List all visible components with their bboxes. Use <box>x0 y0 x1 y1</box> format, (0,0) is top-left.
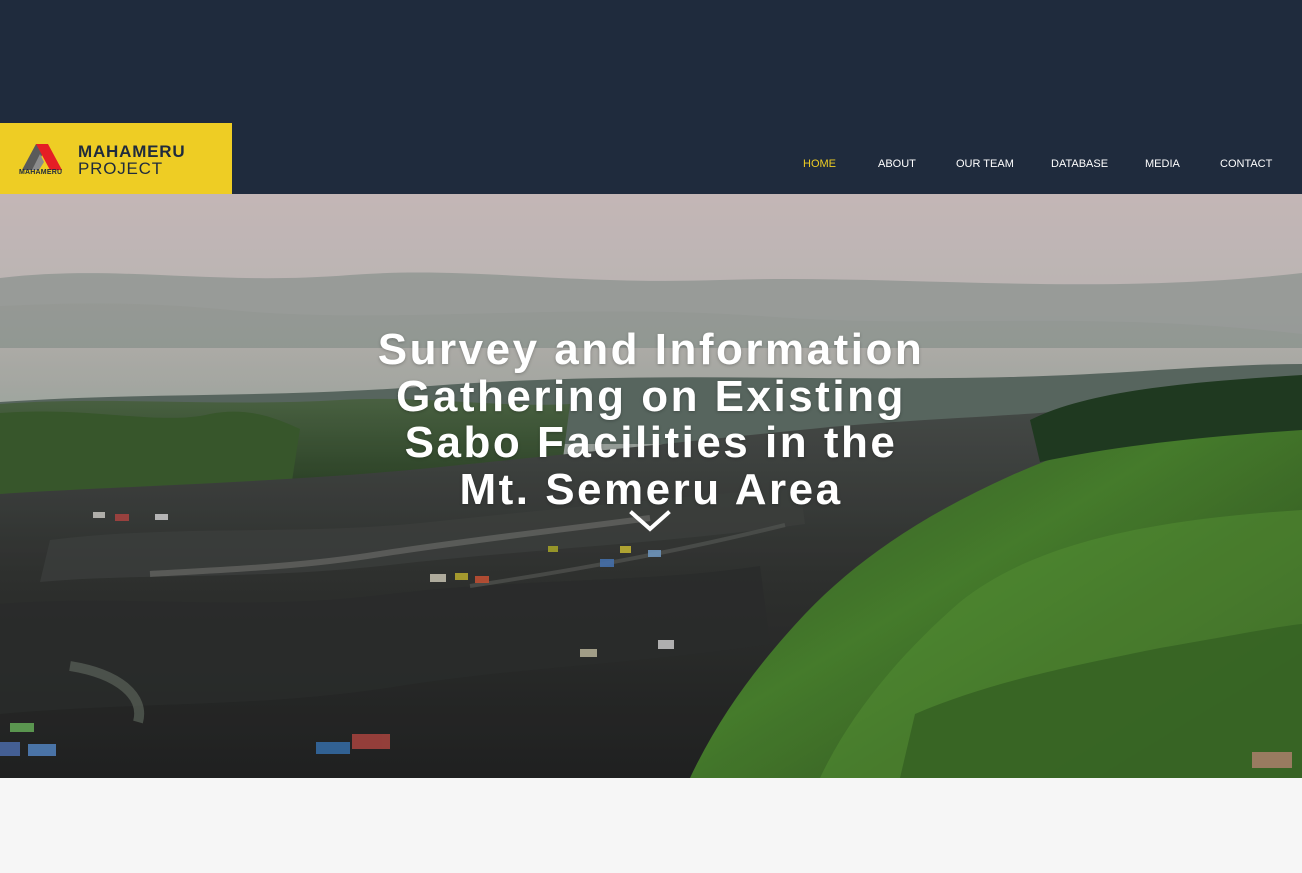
nav-item-home[interactable]: HOME <box>803 156 836 172</box>
logo-mark-label: MAHAMERU <box>19 169 63 176</box>
page-content-area <box>0 778 1302 873</box>
hero-title-line: Sabo Facilities in the <box>404 418 898 468</box>
nav-item-about[interactable]: ABOUT <box>878 156 916 172</box>
brand-subtitle: PROJECT <box>78 159 163 178</box>
main-navigation: HOME ABOUT OUR TEAM DATABASE MEDIA CONTA… <box>760 156 1302 172</box>
hero-title: Survey and Information Gathering on Exis… <box>351 327 951 513</box>
nav-item-contact[interactable]: CONTACT <box>1220 156 1272 172</box>
hero-title-line: Survey and Information <box>377 325 925 375</box>
hero-section: Survey and Information Gathering on Exis… <box>0 194 1302 778</box>
hero-title-line: Gathering on Existing <box>396 371 906 421</box>
nav-item-media[interactable]: MEDIA <box>1145 156 1180 172</box>
site-header: MAHAMERU MAHAMERU PROJECT HOME ABOUT OUR… <box>0 0 1302 194</box>
nav-item-our-team[interactable]: OUR TEAM <box>956 156 1014 172</box>
page: MAHAMERU MAHAMERU PROJECT HOME ABOUT OUR… <box>0 0 1302 873</box>
brand-title: MAHAMERU <box>78 142 186 161</box>
nav-item-database[interactable]: DATABASE <box>1051 156 1108 172</box>
hero-title-line: Mt. Semeru Area <box>459 464 843 514</box>
logo-link[interactable]: MAHAMERU MAHAMERU PROJECT <box>0 123 232 194</box>
chevron-down-icon[interactable] <box>629 508 671 534</box>
